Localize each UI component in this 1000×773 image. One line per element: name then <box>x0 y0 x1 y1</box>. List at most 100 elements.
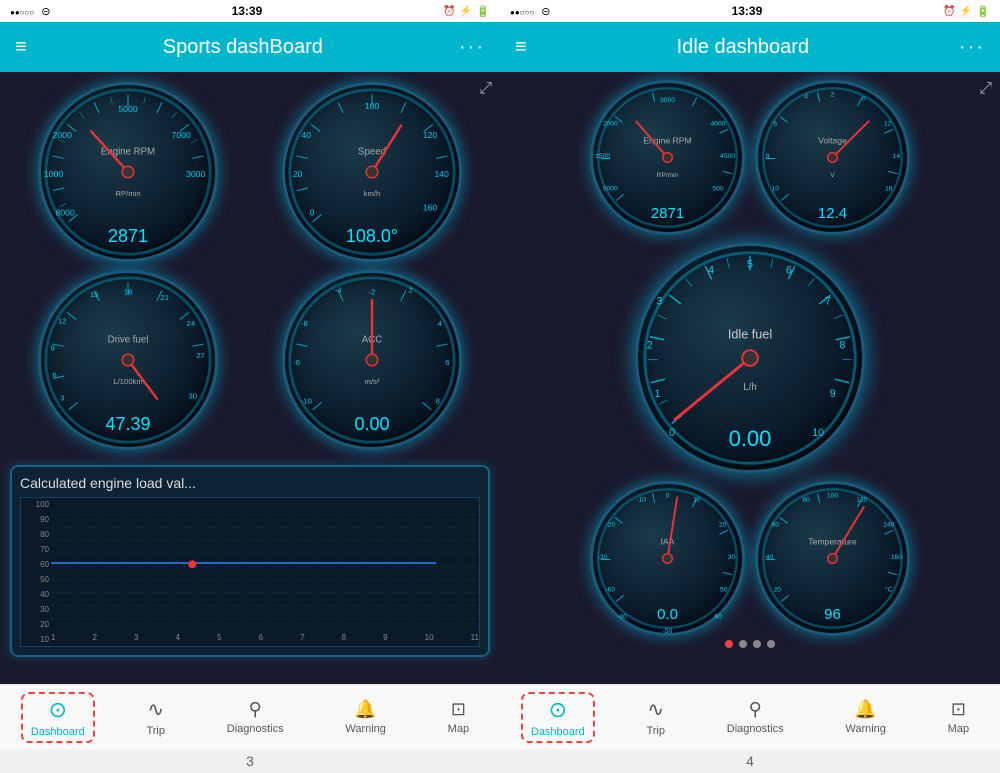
battery-icon-right: 🔋 <box>976 5 990 18</box>
map-icon-right: ⊡ <box>951 699 966 720</box>
svg-text:3000: 3000 <box>186 169 205 179</box>
trip-icon-left: ∿ <box>147 697 164 722</box>
svg-text:160: 160 <box>891 554 902 561</box>
right-expand-icon[interactable]: ⤢ <box>979 80 992 98</box>
chart-x-labels: 1 2 3 4 5 6 7 8 9 10 11 <box>51 628 479 646</box>
svg-text:Temperature: Temperature <box>808 537 857 547</box>
chart-y-labels: 100 90 80 70 60 50 40 30 20 10 <box>21 498 51 646</box>
dot-ind-3 <box>753 640 761 648</box>
right-status-bar: ●●○○○ ⊝ 13:39 ⏰ ⚡ 🔋 <box>500 0 1000 22</box>
x-label-2: 2 <box>93 633 97 642</box>
svg-text:6: 6 <box>52 370 56 379</box>
svg-text:10: 10 <box>693 496 701 503</box>
left-time: 13:39 <box>232 4 263 18</box>
x-label-8: 8 <box>342 633 346 642</box>
svg-text:RP/min: RP/min <box>656 172 678 179</box>
svg-text:-2: -2 <box>369 287 376 296</box>
y-label-30: 30 <box>21 605 51 614</box>
right-main-content: ⤢ <box>500 72 1000 684</box>
warning-label-left: Warning <box>345 723 386 735</box>
left-more-icon[interactable]: ··· <box>459 36 485 59</box>
battery-icon-left: 🔋 <box>476 5 490 18</box>
acc-gauge: -8 -6 -10 -2 -4 2 4 6 8 ACC m/s² <box>282 270 462 450</box>
svg-text:18: 18 <box>124 287 133 296</box>
svg-text:30: 30 <box>188 392 197 401</box>
svg-text:27: 27 <box>196 351 205 360</box>
svg-text:°C: °C <box>885 586 893 594</box>
svg-text:L/h: L/h <box>743 382 757 393</box>
dashboard-label-left: Dashboard <box>31 726 85 738</box>
svg-text:8: 8 <box>766 153 770 160</box>
right-more-icon[interactable]: ··· <box>959 36 985 59</box>
sports-dashboard-panel: ●●○○○ ⊝ 13:39 ⏰ ⚡ 🔋 ≡ Sports dashBoard ·… <box>0 0 500 773</box>
right-menu-icon[interactable]: ≡ <box>515 36 527 59</box>
svg-text:L/100km: L/100km <box>113 377 143 386</box>
right-status-icons: ⏰ ⚡ 🔋 <box>943 5 990 18</box>
svg-text:3000: 3000 <box>660 97 675 104</box>
x-label-7: 7 <box>300 633 304 642</box>
svg-text:8: 8 <box>840 339 846 351</box>
svg-text:4: 4 <box>708 264 714 276</box>
diagnostics-label-right: Diagnostics <box>727 723 784 735</box>
warning-icon-left: 🔔 <box>354 699 376 720</box>
left-expand-icon[interactable]: ⤢ <box>479 80 492 98</box>
left-nav-diagnostics[interactable]: ⚲ Diagnostics <box>217 694 294 740</box>
svg-text:24: 24 <box>187 319 196 328</box>
svg-text:5000: 5000 <box>603 186 618 193</box>
speed-container: 40 20 0 100 120 140 160 Speed km/h 108.0… <box>254 82 490 262</box>
left-status-bar: ●●○○○ ⊝ 13:39 ⏰ ⚡ 🔋 <box>0 0 500 22</box>
right-nav-diagnostics[interactable]: ⚲ Diagnostics <box>717 694 794 740</box>
svg-text:21: 21 <box>160 293 169 302</box>
acc-value: 0.00 <box>354 414 389 435</box>
dot-indicators <box>508 636 992 652</box>
svg-text:4500: 4500 <box>720 153 735 160</box>
warning-icon-right: 🔔 <box>854 699 876 720</box>
svg-text:15: 15 <box>90 290 99 299</box>
svg-text:6: 6 <box>445 358 449 367</box>
idle-center: 3 2 1 0 4 5 6 7 8 9 10 Idle fuel L/h <box>508 243 992 473</box>
svg-text:2: 2 <box>647 339 653 351</box>
svg-text:8: 8 <box>436 397 440 406</box>
signal-dots: ●●○○○ ⊝ <box>10 5 50 18</box>
map-label-left: Map <box>448 723 469 735</box>
left-nav-dashboard[interactable]: ⊙ Dashboard <box>21 692 95 743</box>
dot-ind-1 <box>725 640 733 648</box>
dashboard-icon-right: ⊙ <box>549 697 567 723</box>
left-nav-trip[interactable]: ∿ Trip <box>136 692 175 742</box>
left-menu-icon[interactable]: ≡ <box>15 36 27 59</box>
right-nav-trip[interactable]: ∿ Trip <box>636 692 675 742</box>
left-main-content: ⤢ <box>0 72 500 684</box>
y-label-100: 100 <box>21 500 51 509</box>
right-page-number: 4 <box>500 749 1000 773</box>
y-label-70: 70 <box>21 545 51 554</box>
svg-text:140: 140 <box>883 521 894 528</box>
svg-text:7000: 7000 <box>172 130 191 140</box>
right-nav-warning[interactable]: 🔔 Warning <box>835 694 896 740</box>
svg-text:7: 7 <box>825 295 831 307</box>
temperature-value: 96 <box>824 606 841 623</box>
svg-text:100: 100 <box>827 492 838 499</box>
svg-text:3: 3 <box>60 394 64 403</box>
idle-top-row: 2000 1500 5000 3000 4000 4500 500 Engine… <box>508 80 992 235</box>
svg-text:-10: -10 <box>301 397 312 406</box>
svg-text:Idle fuel: Idle fuel <box>728 328 772 342</box>
voltage-value: 12.4 <box>818 205 847 222</box>
temperature-gauge: 60 40 20 80 100 120 140 160 °C Temperatu… <box>755 481 910 636</box>
bt-icon: ⚡ <box>460 6 472 17</box>
svg-text:Drive fuel: Drive fuel <box>108 335 149 346</box>
svg-text:km/h: km/h <box>364 189 381 198</box>
right-nav-map[interactable]: ⊡ Map <box>938 694 979 740</box>
left-page-number: 3 <box>0 749 500 773</box>
svg-text:-10: -10 <box>636 496 646 503</box>
left-nav-warning[interactable]: 🔔 Warning <box>335 694 396 740</box>
svg-text:6: 6 <box>773 120 777 127</box>
y-label-80: 80 <box>21 530 51 539</box>
svg-text:1000: 1000 <box>44 169 63 179</box>
y-label-60: 60 <box>21 560 51 569</box>
idle-fuel-gauge: 3 2 1 0 4 5 6 7 8 9 10 Idle fuel L/h <box>635 243 865 473</box>
engine-rpm-gauge: 2000 1000 8000 5000 7000 3000 Engine RPM… <box>38 82 218 262</box>
dashboard-label-right: Dashboard <box>531 726 585 738</box>
right-nav-dashboard[interactable]: ⊙ Dashboard <box>521 692 595 743</box>
trip-label-right: Trip <box>646 725 665 737</box>
left-nav-map[interactable]: ⊡ Map <box>438 694 479 740</box>
